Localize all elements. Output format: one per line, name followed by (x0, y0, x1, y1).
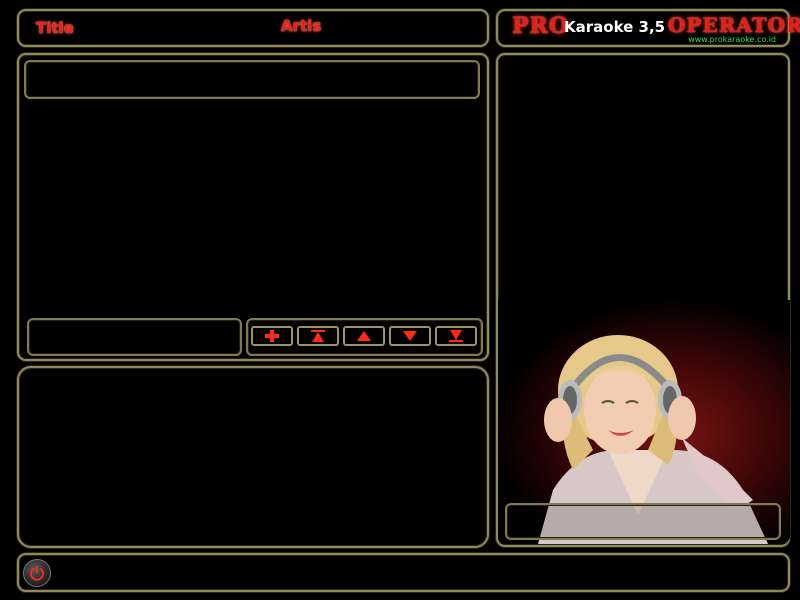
song-list[interactable] (24, 103, 480, 313)
queue-panel[interactable] (17, 366, 489, 548)
arrow-up-icon (357, 331, 371, 341)
power-icon (30, 566, 44, 581)
title-column-header[interactable]: Title (36, 19, 74, 37)
move-down-button[interactable] (389, 326, 431, 346)
add-button[interactable] (251, 326, 293, 346)
search-input[interactable] (24, 60, 480, 99)
caption-box (505, 503, 781, 540)
plus-icon (265, 330, 279, 342)
arrow-down-icon (403, 331, 417, 341)
move-bottom-button[interactable] (435, 326, 477, 346)
logo-panel: PRO Karaoke 3,5 OPERATOR www.prokaraoke.… (496, 9, 800, 47)
move-top-button[interactable] (297, 326, 339, 346)
move-up-button[interactable] (343, 326, 385, 346)
footer-bar (17, 553, 790, 592)
move-top-icon (311, 330, 325, 342)
logo-url: www.prokaraoke.co.id (688, 35, 776, 44)
header-bar: Title Artis (17, 9, 489, 47)
power-button[interactable] (23, 559, 51, 587)
logo-operator-text: OPERATOR (668, 13, 800, 37)
song-list-panel (17, 53, 489, 361)
status-box (27, 318, 242, 356)
logo-pro-text: PRO (512, 13, 569, 39)
move-bottom-icon (449, 330, 463, 342)
logo-product-name: Karaoke 3,5 (564, 18, 666, 36)
artist-column-header[interactable]: Artis (281, 17, 321, 35)
